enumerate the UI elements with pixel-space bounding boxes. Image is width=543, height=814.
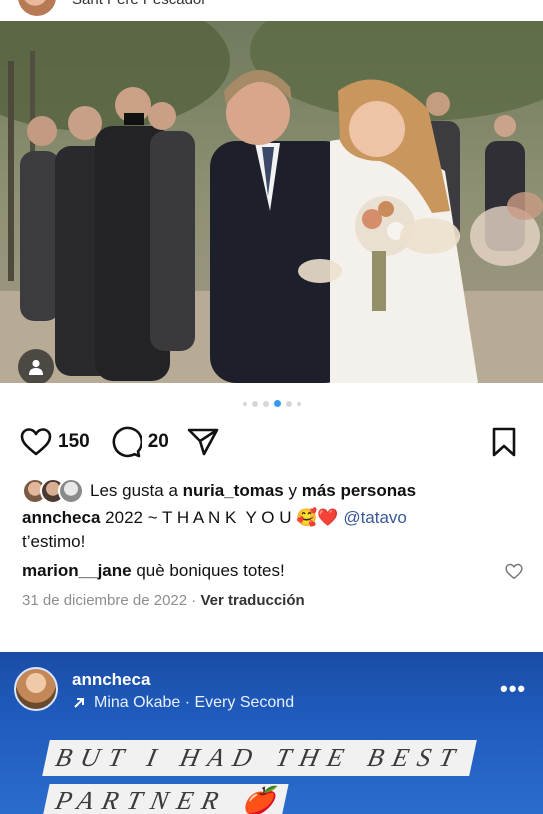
caption-username[interactable]: anncheca [22,508,100,527]
post-meta: 31 de diciembre de 2022 · Ver traducción [22,592,305,609]
carousel-dot-active [273,400,281,407]
post-actions: 150 20 [20,424,219,460]
like-button[interactable]: 150 [20,427,90,457]
comment-username[interactable]: marion__jane [22,561,132,580]
more-options-button[interactable]: ••• [500,676,526,702]
previous-post-header: Sant Pere Pescador [0,0,543,20]
comment-like-button[interactable] [505,563,523,585]
comment-icon [112,426,142,458]
carousel-indicator [0,400,543,407]
bookmark-icon [492,427,516,457]
carousel-dot [285,400,292,407]
carousel-dot [262,400,269,407]
likes-count[interactable]: 150 [58,431,90,453]
carousel-dot [296,401,301,406]
likes-others-link[interactable]: más personas [302,481,416,501]
post-location[interactable]: Sant Pere Pescador [72,0,206,8]
translate-link[interactable]: Ver traducción [200,592,304,609]
story-banner-line1: BUT I HAD THE BEST [42,740,477,776]
story-banner-text: PARTNER [53,786,231,814]
audio-track[interactable]: Mina Okabe · Every Second [72,694,294,712]
heart-icon [20,428,52,456]
meta-separator: · [191,592,197,609]
share-button[interactable] [187,427,219,457]
save-button[interactable] [490,426,518,463]
comment-row: marion__jane què boniques totes! [22,561,285,581]
caption-emoji: 🥰❤️ [296,508,339,528]
send-icon [187,428,219,456]
next-post[interactable]: anncheca Mina Okabe · Every Second ••• B… [0,652,543,814]
user-tag-button[interactable] [18,349,54,383]
arrow-icon [74,698,84,708]
liker-avatars [22,478,84,504]
comment-button[interactable]: 20 [110,426,169,458]
audio-track-label: Mina Okabe · Every Second [94,694,295,711]
post-date: 31 de diciembre de 2022 [22,592,188,609]
comments-count[interactable]: 20 [148,431,169,453]
caption-text-line2: t’estimo! [22,532,86,551]
carousel-dot [242,401,247,406]
avatar[interactable] [14,667,58,711]
post-username[interactable]: anncheca [72,670,150,690]
post-caption: anncheca 2022 ~ T H A N K Y O U 🥰❤️ @tat… [22,506,522,554]
avatar[interactable] [18,0,56,16]
liked-by-username[interactable]: nuria_tomas [183,481,284,501]
apple-emoji: 🍎 [239,786,278,814]
comment-text: què boniques totes! [136,561,285,580]
likes-joiner: y [288,481,297,500]
caption-text: 2022 ~ T H A N K Y O U [105,508,292,527]
heart-icon [505,563,523,579]
wedding-photo-illustration [0,21,543,383]
user-icon [29,359,43,375]
story-banner-line2: PARTNER 🍎 [42,784,289,814]
post-photo[interactable] [0,21,543,383]
likes-prefix: Les gusta a [90,481,178,500]
caption-mention[interactable]: @tatavo [343,508,407,527]
avatar [58,478,84,504]
liked-by-row[interactable]: Les gusta a nuria_tomas y más personas [22,478,416,504]
carousel-dot [251,400,258,407]
